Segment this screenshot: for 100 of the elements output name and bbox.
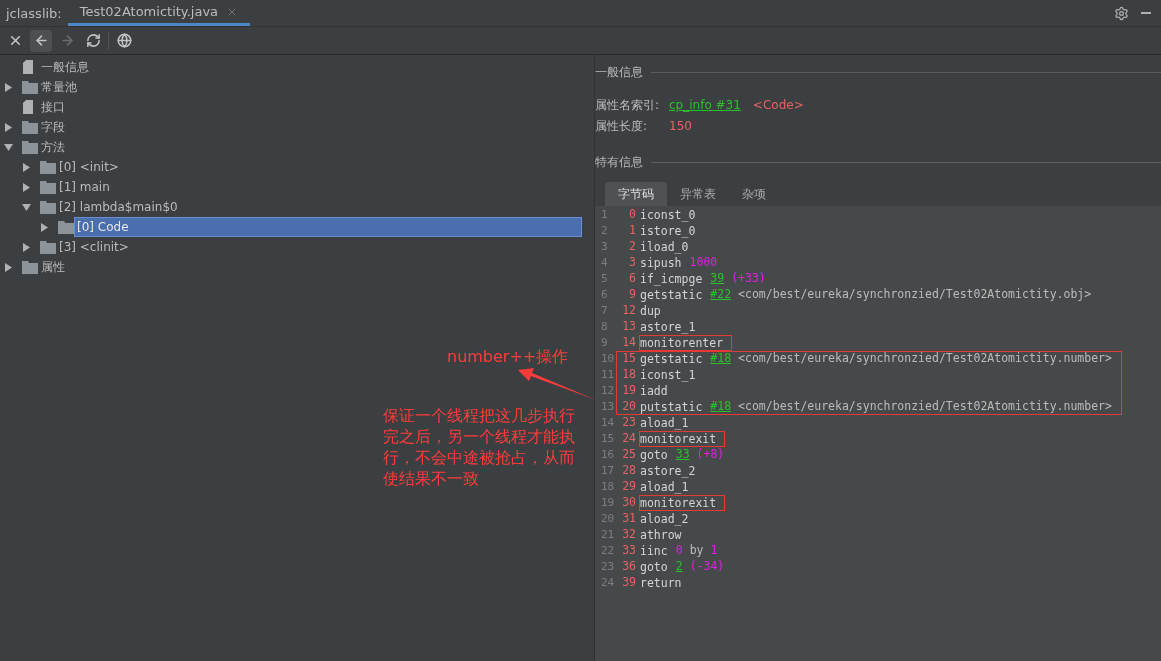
- tree-item[interactable]: [0] <init>: [56, 157, 122, 177]
- line-number: 22: [600, 542, 616, 559]
- bytecode-offset: 30: [621, 494, 637, 512]
- line-number: 19: [600, 494, 616, 511]
- opcode: goto: [639, 447, 669, 463]
- opcode: aload_2: [639, 511, 690, 527]
- caret-icon[interactable]: [4, 122, 13, 132]
- operand-text: by: [689, 542, 704, 560]
- caret-icon[interactable]: [22, 242, 31, 252]
- opcode: iload_0: [639, 239, 690, 255]
- tree-item[interactable]: [3] <clinit>: [56, 237, 132, 257]
- bytecode-offset: 9: [628, 286, 637, 304]
- opcode: if_icmpge: [639, 271, 704, 287]
- reference-link[interactable]: 33: [675, 446, 690, 464]
- operand-text: <com/best/eureka/synchronzied/Test02Atomictity.obj>: [738, 286, 1092, 304]
- bytecode-offset: 0: [628, 206, 637, 224]
- reference-link[interactable]: 2: [675, 558, 683, 576]
- reference-link[interactable]: #18: [710, 398, 732, 416]
- opcode: monitorenter: [639, 335, 733, 351]
- line-number: 13: [600, 398, 616, 415]
- opcode: sipush: [639, 255, 683, 271]
- opcode: goto: [639, 559, 669, 575]
- tree-item[interactable]: [1] main: [56, 177, 113, 197]
- opcode: monitorexit: [639, 495, 726, 511]
- line-number: 2: [600, 222, 609, 239]
- constant-pool-link[interactable]: cp_info #31: [669, 96, 741, 114]
- bytecode-offset: 31: [621, 510, 637, 528]
- number-value: 1: [710, 542, 718, 560]
- operand-text: <com/best/eureka/synchronzied/Test02Atomictity.number>: [738, 350, 1112, 368]
- arrow-left-button[interactable]: [30, 29, 52, 52]
- line-number: 11: [600, 366, 616, 383]
- caret-icon[interactable]: [22, 162, 31, 172]
- folder-icon: [22, 260, 38, 274]
- caret-icon[interactable]: [40, 222, 49, 232]
- line-number: 7: [600, 302, 609, 319]
- field-value: 150: [669, 118, 692, 135]
- reference-link[interactable]: 39: [710, 270, 725, 288]
- tree-item[interactable]: 常量池: [38, 77, 80, 97]
- line-number: 16: [600, 446, 616, 463]
- folder-icon: [22, 80, 38, 94]
- app-label: jclasslib:: [4, 5, 63, 23]
- bytecode-offset: 29: [621, 478, 637, 496]
- bytecode-offset: 36: [621, 558, 637, 576]
- field-label: 属性名索引:: [595, 97, 661, 114]
- tree-item[interactable]: 方法: [38, 137, 68, 157]
- bytecode-offset: 25: [621, 446, 637, 464]
- caret-icon[interactable]: [4, 142, 13, 152]
- caret-icon[interactable]: [22, 202, 31, 212]
- opcode: dup: [639, 303, 662, 319]
- opcode: return: [639, 575, 683, 591]
- bytecode-offset: 6: [628, 270, 637, 288]
- line-number: 18: [600, 478, 616, 495]
- caret-icon[interactable]: [22, 182, 31, 192]
- bytecode-offset: 14: [621, 334, 637, 352]
- line-number: 17: [600, 462, 616, 479]
- folder-icon: [22, 120, 38, 134]
- bytecode-offset: 24: [621, 430, 637, 448]
- document-icon: [22, 60, 34, 74]
- refresh-icon: [85, 33, 101, 48]
- opcode: putstatic: [639, 399, 704, 415]
- bytecode-offset: 32: [621, 526, 637, 544]
- opcode: getstatic: [639, 351, 704, 367]
- bytecode-offset: 13: [621, 318, 637, 336]
- bytecode-offset: 19: [621, 382, 637, 400]
- number-value: 1000: [689, 254, 718, 272]
- annotation-note: 保证一个线程把这几步执行完之后，另一个线程才能执行，不会中途被抢占，从而使结果不一致: [383, 405, 576, 489]
- opcode: monitorexit: [639, 431, 726, 447]
- tree-item[interactable]: [2] lambda$main$0: [56, 197, 181, 217]
- caret-icon[interactable]: [4, 262, 13, 272]
- tree-item[interactable]: 接口: [38, 97, 68, 117]
- line-number: 9: [600, 334, 609, 351]
- line-number: 20: [600, 510, 616, 527]
- number-value: (-34): [689, 558, 725, 576]
- opcode: istore_0: [639, 223, 697, 239]
- content-tab[interactable]: 字节码: [605, 182, 667, 206]
- folder-icon: [40, 200, 56, 214]
- line-number: 23: [600, 558, 616, 575]
- opcode: astore_1: [639, 319, 697, 335]
- tree-item[interactable]: [0] Code: [74, 217, 582, 237]
- reference-link[interactable]: #22: [710, 286, 732, 304]
- opcode: athrow: [639, 527, 683, 543]
- tree-item[interactable]: 一般信息: [38, 57, 92, 77]
- bytecode-offset: 23: [621, 414, 637, 432]
- line-number: 1: [600, 206, 609, 223]
- opcode: iconst_1: [639, 367, 697, 383]
- folder-icon: [40, 180, 56, 194]
- section-title: 一般信息: [595, 64, 643, 81]
- reference-link[interactable]: #18: [710, 350, 732, 368]
- opcode: iinc: [639, 543, 669, 559]
- caret-icon[interactable]: [4, 82, 13, 92]
- globe-icon: [116, 33, 132, 48]
- number-value: (+8): [696, 446, 725, 464]
- field-value: <Code>: [752, 97, 804, 114]
- settings-icon[interactable]: [1114, 5, 1129, 21]
- field-label: 属性长度:: [595, 118, 649, 135]
- opcode: astore_2: [639, 463, 697, 479]
- tree-item[interactable]: 字段: [38, 117, 68, 137]
- folder-icon: [40, 240, 56, 254]
- number-value: (+33): [731, 270, 766, 288]
- tree-item[interactable]: 属性: [38, 257, 68, 277]
